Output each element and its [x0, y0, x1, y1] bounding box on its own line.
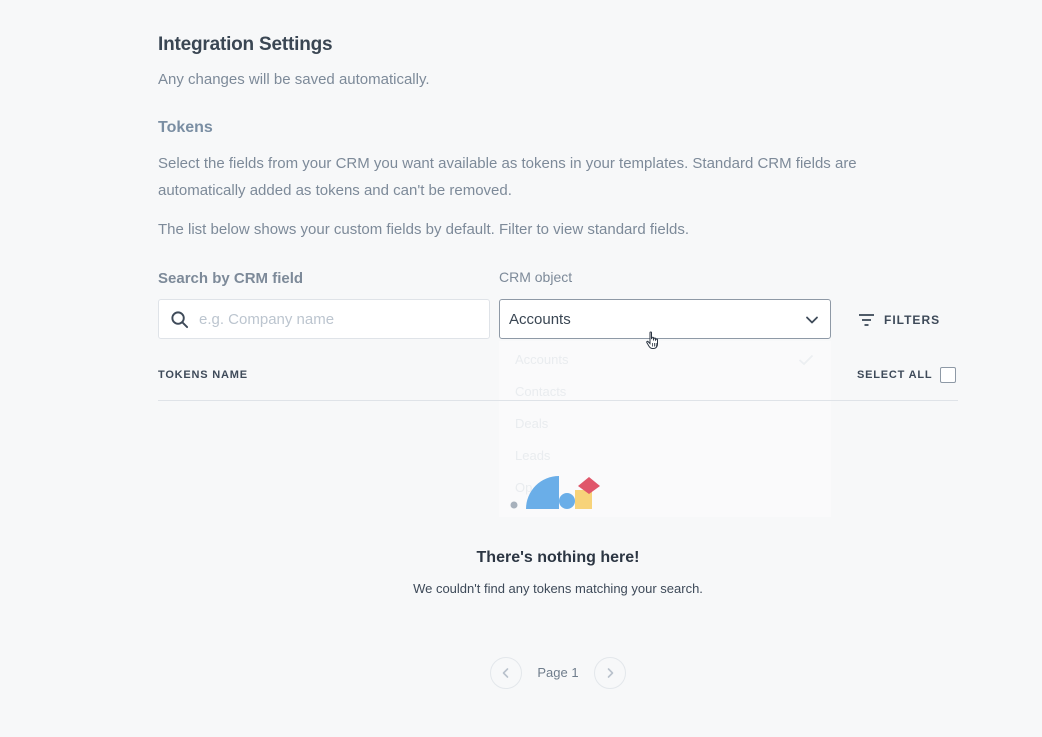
search-label: Search by CRM field	[158, 270, 304, 287]
page-title: Integration Settings	[158, 34, 333, 55]
select-all-checkbox[interactable]	[940, 367, 957, 383]
tokens-description: Select the fields from your CRM you want…	[158, 155, 857, 199]
dropdown-option-accounts[interactable]: Accounts	[515, 352, 568, 367]
empty-state-title: There's nothing here!	[476, 549, 640, 566]
empty-state-message: We couldn't find any tokens matching you…	[413, 581, 703, 596]
integration-settings-page: Integration Settings Any changes will be…	[0, 0, 1042, 737]
filter-icon	[859, 314, 874, 326]
chevron-right-icon	[607, 668, 614, 678]
next-page-button[interactable]	[594, 657, 626, 689]
filters-button[interactable]: FILTERS	[858, 309, 940, 331]
search-field[interactable]	[158, 299, 490, 339]
dropdown-option-leads[interactable]: Leads	[515, 448, 550, 463]
dropdown-option-contacts[interactable]: Contacts	[515, 384, 566, 399]
search-input[interactable]	[199, 300, 484, 338]
table-header-divider	[158, 400, 958, 401]
previous-page-button[interactable]	[490, 657, 522, 689]
dropdown-option-deals[interactable]: Deals	[515, 416, 548, 431]
tokens-note: The list below shows your custom fields …	[158, 221, 690, 238]
page-indicator: Page 1	[537, 665, 579, 680]
tokens-section-title: Tokens	[158, 119, 213, 136]
crm-object-select[interactable]: Accounts	[499, 299, 831, 339]
check-icon	[798, 354, 814, 366]
hand-cursor-icon	[646, 331, 658, 349]
tokens-name-column-header: TOKENS NAME	[158, 369, 248, 381]
chevron-left-icon	[502, 668, 509, 678]
select-all-control[interactable]: SELECT ALL	[857, 367, 957, 383]
crm-object-label: CRM object	[499, 269, 573, 285]
empty-state-illustration	[510, 476, 600, 509]
filters-label: FILTERS	[884, 313, 941, 327]
page-subtitle: Any changes will be saved automatically.	[158, 71, 430, 88]
chevron-down-icon	[806, 316, 818, 324]
search-icon	[171, 311, 189, 329]
crm-object-selected-value: Accounts	[509, 311, 571, 328]
select-all-label: SELECT ALL	[857, 369, 933, 381]
